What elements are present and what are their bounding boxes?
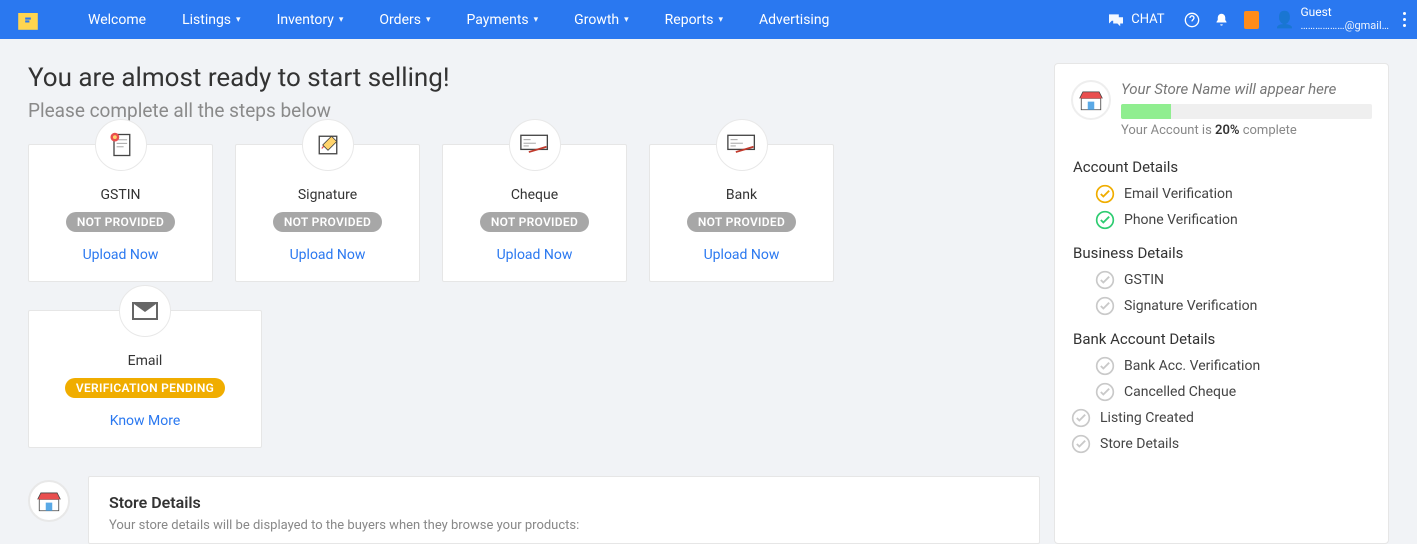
upload-now-link[interactable]: Upload Now (704, 247, 780, 263)
nav-listings[interactable]: Listings▾ (164, 0, 259, 39)
checklist-item: GSTIN (1095, 270, 1372, 290)
onboarding-cards-row1: GSTIN NOT PROVIDED Upload Now Signature … (28, 144, 928, 282)
card-bank: Bank NOT PROVIDED Upload Now (649, 144, 834, 282)
main-content: You are almost ready to start selling! P… (28, 63, 1040, 544)
upload-now-link[interactable]: Upload Now (290, 247, 366, 263)
help-button[interactable] (1177, 0, 1207, 39)
chevron-down-icon: ▾ (718, 15, 723, 25)
upload-now-link[interactable]: Upload Now (83, 247, 159, 263)
check-icon (1095, 184, 1115, 204)
user-email: ………………@gmail… (1300, 20, 1389, 33)
chevron-down-icon: ▾ (339, 15, 344, 25)
gstin-icon (95, 119, 147, 171)
store-details-icon (28, 480, 70, 522)
notifications-button[interactable] (1207, 0, 1237, 39)
nav-reports[interactable]: Reports▾ (647, 0, 741, 39)
cheque-icon (509, 119, 561, 171)
card-email: Email VERIFICATION PENDING Know More (28, 310, 262, 448)
nav-advertising[interactable]: Advertising (741, 0, 847, 39)
checklist-item: Email Verification (1095, 184, 1372, 204)
brand-logo[interactable] (0, 0, 55, 39)
rewards-button[interactable] (1237, 0, 1267, 39)
signature-icon (302, 119, 354, 171)
checklist-item: Phone Verification (1095, 210, 1372, 230)
chat-button[interactable]: CHAT (1095, 12, 1176, 27)
nav-inventory[interactable]: Inventory▾ (259, 0, 362, 39)
help-icon (1184, 12, 1200, 28)
more-menu[interactable] (1397, 0, 1411, 39)
nav-right: CHAT 👤 Guest ………………@gmail… (1095, 0, 1417, 39)
chevron-down-icon: ▾ (426, 15, 431, 25)
nav-welcome[interactable]: Welcome (70, 0, 164, 39)
store-name-placeholder: Your Store Name will appear here (1121, 80, 1372, 98)
nav-growth[interactable]: Growth▾ (556, 0, 646, 39)
store-avatar-icon (1071, 80, 1111, 120)
check-icon (1095, 270, 1115, 290)
checklist-item: Signature Verification (1095, 296, 1372, 316)
chevron-down-icon: ▾ (624, 15, 629, 25)
checklist-section-title: Business Details (1073, 244, 1372, 262)
progress-bar (1121, 104, 1372, 119)
chat-icon (1107, 13, 1125, 27)
user-icon: 👤 (1275, 10, 1295, 29)
know-more-link[interactable]: Know More (110, 413, 181, 429)
nav-orders[interactable]: Orders▾ (361, 0, 448, 39)
user-name: Guest (1300, 6, 1389, 20)
checklist-item: Bank Acc. Verification (1095, 356, 1372, 376)
check-icon (1095, 382, 1115, 402)
onboarding-cards-row2: Email VERIFICATION PENDING Know More (28, 310, 928, 448)
checklist-item: Store Details (1071, 434, 1372, 454)
status-badge: VERIFICATION PENDING (65, 378, 225, 398)
store-details-panel: Store Details Your store details will be… (88, 476, 1040, 544)
progress-text: Your Account is 20% complete (1121, 123, 1372, 138)
nav-payments[interactable]: Payments▾ (449, 0, 557, 39)
checklist-item: Cancelled Cheque (1095, 382, 1372, 402)
checklist-item: Listing Created (1071, 408, 1372, 428)
check-icon (1095, 296, 1115, 316)
chevron-down-icon: ▾ (534, 15, 539, 25)
store-details-heading: Store Details (109, 493, 1019, 512)
status-badge: NOT PROVIDED (273, 212, 382, 232)
check-icon (1071, 434, 1091, 454)
page-title: You are almost ready to start selling! (28, 63, 1040, 93)
email-icon (119, 285, 171, 337)
chevron-down-icon: ▾ (236, 15, 241, 25)
bell-icon (1214, 12, 1229, 28)
top-nav: Welcome Listings▾ Inventory▾ Orders▾ Pay… (0, 0, 1417, 39)
user-menu[interactable]: 👤 Guest ………………@gmail… (1267, 6, 1397, 32)
status-badge: NOT PROVIDED (480, 212, 589, 232)
card-signature: Signature NOT PROVIDED Upload Now (235, 144, 420, 282)
progress-sidebar: Your Store Name will appear here Your Ac… (1054, 63, 1389, 544)
check-icon (1071, 408, 1091, 428)
store-details-section: Store Details Your store details will be… (28, 476, 1040, 544)
check-icon (1095, 356, 1115, 376)
card-gstin: GSTIN NOT PROVIDED Upload Now (28, 144, 213, 282)
flipkart-logo-icon (14, 6, 42, 34)
check-icon (1095, 210, 1115, 230)
bank-icon (716, 119, 768, 171)
status-badge: NOT PROVIDED (66, 212, 175, 232)
status-badge: NOT PROVIDED (687, 212, 796, 232)
checklist-section-title: Account Details (1073, 158, 1372, 176)
card-cheque: Cheque NOT PROVIDED Upload Now (442, 144, 627, 282)
checklist-section-title: Bank Account Details (1073, 330, 1372, 348)
shield-icon (1244, 11, 1259, 29)
nav-links: Welcome Listings▾ Inventory▾ Orders▾ Pay… (70, 0, 847, 39)
upload-now-link[interactable]: Upload Now (497, 247, 573, 263)
